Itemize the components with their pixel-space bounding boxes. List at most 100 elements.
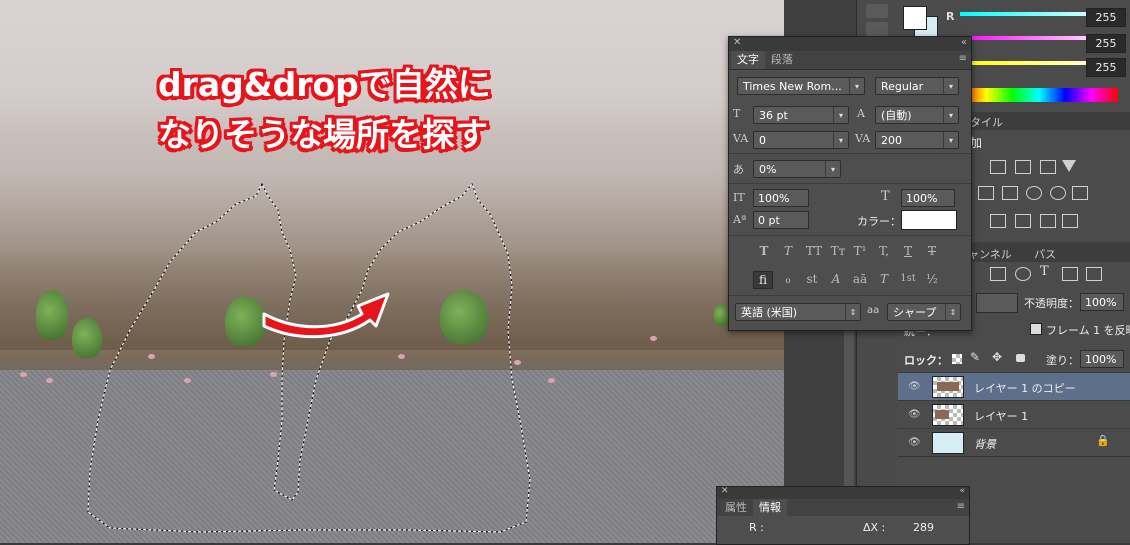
b-value[interactable]: 255 bbox=[1086, 58, 1126, 77]
fractions-button[interactable]: ½ bbox=[923, 271, 941, 287]
selective-color-icon[interactable] bbox=[1062, 214, 1078, 228]
blend-mode-select[interactable] bbox=[976, 293, 1018, 313]
tab-character[interactable]: 文字 bbox=[731, 51, 765, 69]
vertical-scale-field[interactable]: 100% bbox=[753, 189, 809, 207]
tab-channels[interactable]: ャンネル bbox=[968, 246, 1012, 262]
titling-button[interactable]: T bbox=[875, 271, 893, 287]
lock-icon: 🔒 bbox=[1096, 434, 1110, 447]
r-value[interactable]: 255 bbox=[1086, 8, 1126, 27]
lock-transparent-icon[interactable] bbox=[952, 354, 962, 364]
filter-shape-icon[interactable] bbox=[1062, 267, 1078, 281]
character-tabs: 文字 段落 ≡ bbox=[729, 51, 971, 70]
horizontal-scale-field[interactable]: 100% bbox=[901, 189, 955, 207]
tsume-value: 0% bbox=[759, 163, 777, 176]
label-r: R bbox=[946, 10, 955, 23]
tab-info[interactable]: 情報 bbox=[753, 499, 787, 516]
channel-mixer-icon[interactable] bbox=[1050, 186, 1066, 200]
panel-menu-icon[interactable]: ≡ bbox=[957, 501, 965, 512]
propagate-frame-checkbox[interactable] bbox=[1030, 323, 1042, 335]
baseline-shift-field[interactable]: 0 pt bbox=[753, 211, 809, 229]
stylistic-alternates-button[interactable]: aā bbox=[849, 271, 871, 287]
invert-icon[interactable] bbox=[990, 214, 1006, 228]
photo-filter-icon[interactable] bbox=[1026, 186, 1042, 200]
strip-button[interactable] bbox=[866, 22, 888, 36]
posterize-icon[interactable] bbox=[1015, 214, 1031, 228]
layer-thumbnail bbox=[932, 404, 964, 426]
tsume-select[interactable]: 0% ▾ bbox=[753, 160, 841, 178]
kerning-select[interactable]: 0 ▾ bbox=[753, 131, 849, 149]
lock-move-icon[interactable]: ✥ bbox=[992, 350, 1002, 364]
font-family-select[interactable]: Times New Rom... ▾ bbox=[737, 77, 865, 95]
gradient-map-icon[interactable] bbox=[1062, 160, 1076, 172]
color-lookup-icon[interactable] bbox=[1072, 186, 1088, 200]
g-value[interactable]: 255 bbox=[1086, 34, 1126, 53]
propagate-frame-label: フレーム 1 を反映 bbox=[1046, 324, 1130, 337]
oldstyle-button[interactable]: st bbox=[803, 271, 821, 287]
text-color-swatch[interactable] bbox=[901, 210, 957, 230]
ordinals-button[interactable]: 1st bbox=[897, 271, 919, 287]
vertical-scale-icon: IT bbox=[733, 191, 745, 204]
threshold-icon[interactable] bbox=[1040, 214, 1056, 228]
strip-button[interactable] bbox=[866, 4, 888, 18]
filter-smart-icon[interactable] bbox=[1086, 267, 1102, 281]
color-spectrum[interactable] bbox=[960, 88, 1118, 102]
small-caps-button[interactable]: Tт bbox=[827, 243, 849, 259]
ligature-button[interactable]: fi bbox=[753, 271, 773, 289]
foreground-color-swatch[interactable] bbox=[903, 6, 927, 30]
language-select[interactable]: 英語 (米国) ⇕ bbox=[735, 303, 861, 321]
document-canvas[interactable]: drag&dropで自然に なりそうな場所を探す bbox=[0, 0, 784, 543]
curves-icon[interactable] bbox=[1015, 160, 1031, 174]
tab-properties[interactable]: 属性 bbox=[719, 499, 753, 516]
lock-brush-icon[interactable]: ✎ bbox=[970, 350, 980, 364]
panel-menu-icon[interactable]: ≡ bbox=[959, 53, 967, 64]
subscript-button[interactable]: T, bbox=[875, 243, 893, 259]
strikethrough-button[interactable]: T bbox=[923, 243, 941, 259]
font-family-value: Times New Rom... bbox=[743, 80, 842, 93]
discretionary-ligature-button[interactable]: ℴ bbox=[779, 271, 797, 287]
divider bbox=[898, 456, 1130, 457]
panel-titlebar[interactable]: ✕ « bbox=[717, 486, 969, 499]
close-icon[interactable]: ✕ bbox=[733, 37, 741, 48]
antialias-select[interactable]: シャープ ⇕ bbox=[887, 303, 961, 321]
faux-bold-button[interactable]: T bbox=[755, 243, 773, 259]
visibility-eye-icon[interactable]: 👁 bbox=[908, 409, 921, 420]
visibility-eye-icon[interactable]: 👁 bbox=[908, 381, 921, 392]
balance-icon[interactable] bbox=[978, 186, 994, 200]
exposure-icon[interactable] bbox=[1040, 160, 1056, 174]
faux-italic-button[interactable]: T bbox=[779, 243, 797, 259]
layer-row[interactable]: 👁 レイヤー 1 bbox=[898, 400, 1130, 428]
chevron-down-icon: ▾ bbox=[943, 78, 958, 94]
layers-tabbar: ャンネル パス bbox=[960, 244, 1130, 262]
leading-select[interactable]: (自動) ▾ bbox=[875, 106, 959, 124]
tab-paths[interactable]: パス bbox=[1034, 246, 1056, 262]
bw-icon[interactable] bbox=[1002, 186, 1018, 200]
tracking-select[interactable]: 200 ▾ bbox=[875, 131, 959, 149]
all-caps-button[interactable]: TT bbox=[803, 243, 825, 259]
collapse-icon[interactable]: « bbox=[961, 37, 967, 48]
panel-titlebar[interactable]: ✕ « bbox=[729, 37, 971, 51]
layer-name: 背景 bbox=[974, 438, 996, 451]
brightness-icon[interactable] bbox=[990, 160, 1006, 174]
tab-styles[interactable]: タイル bbox=[970, 114, 1003, 130]
layer-row[interactable]: 👁 背景 🔒 bbox=[898, 428, 1130, 456]
info-dx-value: 289 bbox=[913, 521, 934, 534]
lock-all-icon[interactable] bbox=[1016, 354, 1025, 362]
opacity-field[interactable]: 100% bbox=[1080, 293, 1124, 311]
swash-button[interactable]: A bbox=[827, 271, 845, 287]
visibility-eye-icon[interactable]: 👁 bbox=[908, 437, 921, 448]
close-icon[interactable]: ✕ bbox=[721, 486, 729, 496]
filter-image-icon[interactable] bbox=[990, 267, 1006, 281]
layer-name: レイヤー 1 のコピー bbox=[974, 382, 1076, 395]
font-style-select[interactable]: Regular ▾ bbox=[875, 77, 959, 95]
fill-field[interactable]: 100% bbox=[1080, 350, 1124, 368]
language-value: 英語 (米国) bbox=[741, 306, 798, 319]
collapse-icon[interactable]: « bbox=[959, 486, 965, 496]
superscript-button[interactable]: T¹ bbox=[851, 243, 869, 259]
filter-adjust-icon[interactable] bbox=[1015, 267, 1031, 281]
layer-row[interactable]: 👁 レイヤー 1 のコピー bbox=[898, 372, 1130, 400]
font-size-select[interactable]: 36 pt ▾ bbox=[753, 106, 849, 124]
filter-type-icon[interactable]: T bbox=[1040, 264, 1049, 279]
tab-paragraph[interactable]: 段落 bbox=[765, 51, 799, 69]
headline-line1: drag&dropで自然に bbox=[158, 65, 491, 104]
underline-button[interactable]: T bbox=[899, 243, 917, 259]
